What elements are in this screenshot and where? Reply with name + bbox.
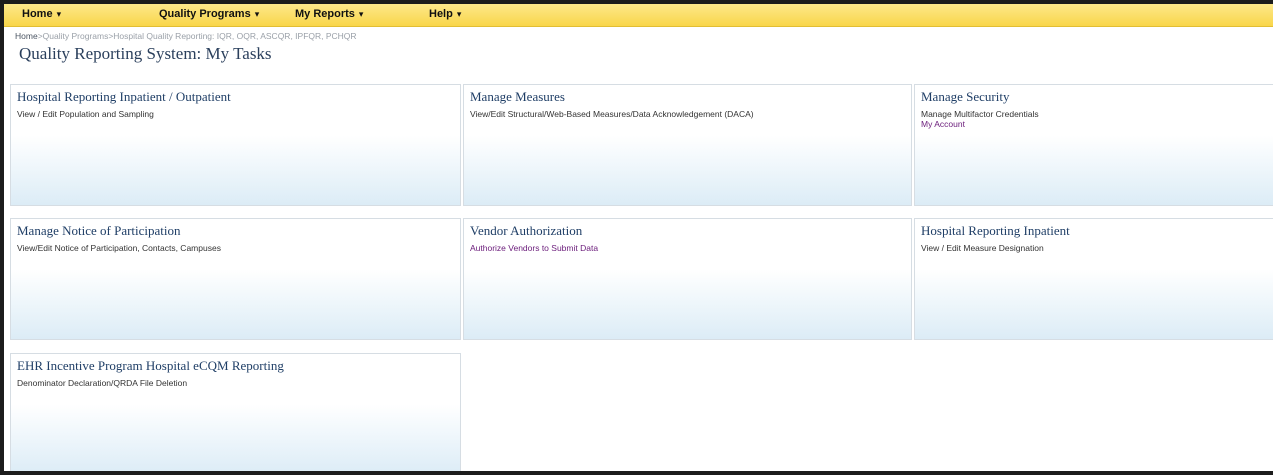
caret-down-icon: ▾: [358, 9, 364, 19]
tile-link-measure-designation[interactable]: View / Edit Measure Designation: [921, 243, 1273, 253]
tile-title[interactable]: EHR Incentive Program Hospital eCQM Repo…: [17, 358, 460, 374]
tile-hospital-reporting-inpatient: Hospital Reporting Inpatient View / Edit…: [914, 218, 1273, 340]
breadcrumb-home[interactable]: Home: [15, 31, 38, 41]
nav-help[interactable]: Help ▾: [429, 8, 461, 20]
top-nav-bar: Home ▾ Quality Programs ▾ My Reports ▾ Help…: [4, 4, 1273, 27]
tile-manage-measures: Manage Measures View/Edit Structural/Web…: [463, 84, 912, 206]
nav-help-label: Help: [429, 8, 453, 20]
tile-link-multifactor-credentials[interactable]: Manage Multifactor Credentials: [921, 109, 1273, 119]
caret-down-icon: ▾: [456, 9, 462, 19]
tile-link-denominator-declaration[interactable]: Denominator Declaration/QRDA File Deleti…: [17, 378, 460, 388]
nav-my-reports-label: My Reports: [295, 8, 355, 20]
tile-title[interactable]: Manage Notice of Participation: [17, 223, 460, 239]
nav-home[interactable]: Home ▾: [22, 8, 61, 20]
tile-ehr-incentive-program: EHR Incentive Program Hospital eCQM Repo…: [10, 353, 461, 471]
tile-title[interactable]: Vendor Authorization: [470, 223, 911, 239]
nav-quality-programs[interactable]: Quality Programs ▾: [159, 8, 259, 20]
tile-vendor-authorization: Vendor Authorization Authorize Vendors t…: [463, 218, 912, 340]
tile-title[interactable]: Manage Measures: [470, 89, 911, 105]
browser-frame: Home ▾ Quality Programs ▾ My Reports ▾ Help…: [0, 0, 1273, 475]
tile-title[interactable]: Hospital Reporting Inpatient / Outpatien…: [17, 89, 460, 105]
tile-manage-security: Manage Security Manage Multifactor Crede…: [914, 84, 1273, 206]
tile-title[interactable]: Hospital Reporting Inpatient: [921, 223, 1273, 239]
breadcrumb: Home>Quality Programs>Hospital Quality R…: [15, 31, 357, 41]
nav-my-reports[interactable]: My Reports ▾: [295, 8, 363, 20]
nav-home-label: Home: [22, 8, 53, 20]
tile-hospital-reporting-inpatient-outpatient: Hospital Reporting Inpatient / Outpatien…: [10, 84, 461, 206]
tile-title[interactable]: Manage Security: [921, 89, 1273, 105]
caret-down-icon: ▾: [254, 9, 260, 19]
breadcrumb-current: Hospital Quality Reporting: IQR, OQR, AS…: [113, 31, 357, 41]
caret-down-icon: ▾: [56, 9, 62, 19]
tile-link-structural-measures[interactable]: View/Edit Structural/Web-Based Measures/…: [470, 109, 911, 119]
tile-link-notice-of-participation[interactable]: View/Edit Notice of Participation, Conta…: [17, 243, 460, 253]
breadcrumb-quality-programs[interactable]: Quality Programs: [43, 31, 109, 41]
tile-link-my-account[interactable]: My Account: [921, 119, 1273, 129]
tile-link-population-sampling[interactable]: View / Edit Population and Sampling: [17, 109, 460, 119]
tile-link-authorize-vendors[interactable]: Authorize Vendors to Submit Data: [470, 243, 911, 253]
tile-manage-notice-of-participation: Manage Notice of Participation View/Edit…: [10, 218, 461, 340]
page-title: Quality Reporting System: My Tasks: [19, 44, 272, 63]
nav-quality-programs-label: Quality Programs: [159, 8, 251, 20]
